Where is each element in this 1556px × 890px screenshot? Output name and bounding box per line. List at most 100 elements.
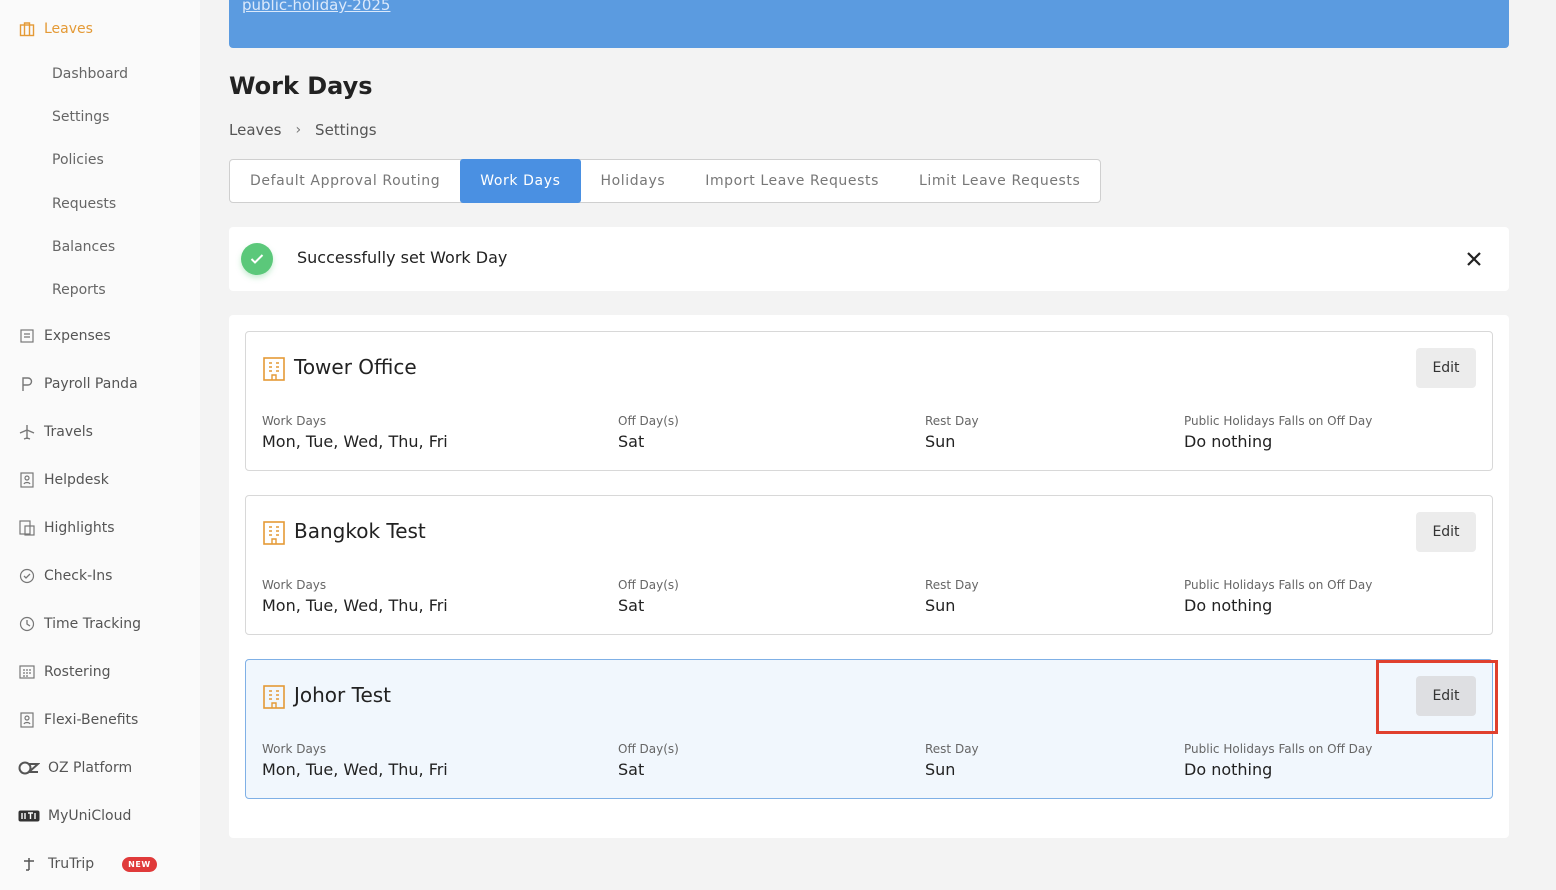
field-value: Sun	[925, 596, 956, 615]
off-days-field: Off Day(s) Sat	[618, 742, 679, 779]
field-value: Mon, Tue, Wed, Thu, Fri	[262, 760, 448, 779]
office-card: Bangkok Test Edit Work Days Mon, Tue, We…	[245, 495, 1493, 635]
highlights-icon	[18, 519, 36, 537]
settings-tabs: Default Approval Routing Work Days Holid…	[229, 159, 1102, 203]
sidebar-item-label: Payroll Panda	[44, 376, 138, 392]
tab-default-approval-routing[interactable]: Default Approval Routing	[230, 160, 460, 202]
field-label: Work Days	[262, 414, 327, 428]
sidebar-item-oz-platform[interactable]: OZ Platform	[18, 757, 132, 779]
sidebar-item-myunicloud[interactable]: MyUniCloud	[18, 805, 131, 827]
sidebar-sub-reports[interactable]: Reports	[52, 282, 106, 298]
tab-import-leave-requests[interactable]: Import Leave Requests	[685, 160, 899, 202]
rest-day-field: Rest Day Sun	[925, 578, 979, 615]
tab-work-days[interactable]: Work Days	[460, 159, 581, 203]
building-icon	[263, 357, 285, 381]
field-label: Rest Day	[925, 578, 979, 592]
field-value: Sun	[925, 432, 956, 451]
ph-off-day-field: Public Holidays Falls on Off Day Do noth…	[1184, 742, 1372, 779]
ph-off-day-field: Public Holidays Falls on Off Day Do noth…	[1184, 578, 1372, 615]
trutrip-logo-icon	[18, 855, 40, 873]
breadcrumb: Leaves › Settings	[229, 121, 377, 139]
field-value: Do nothing	[1184, 432, 1273, 451]
sidebar-item-helpdesk[interactable]: Helpdesk	[18, 469, 109, 491]
sidebar-item-check-ins[interactable]: Check-Ins	[18, 565, 112, 587]
field-label: Rest Day	[925, 742, 979, 756]
office-card: Tower Office Edit Work Days Mon, Tue, We…	[245, 331, 1493, 471]
public-holiday-link[interactable]: public-holiday-2025	[242, 0, 390, 14]
tab-holidays[interactable]: Holidays	[581, 160, 686, 202]
rest-day-field: Rest Day Sun	[925, 742, 979, 779]
toast-message: Successfully set Work Day	[297, 248, 508, 267]
sidebar-item-payroll-panda[interactable]: Payroll Panda	[18, 373, 138, 395]
unicloud-logo-icon	[18, 807, 40, 825]
building-icon	[263, 685, 285, 709]
sidebar-item-label: Rostering	[44, 664, 111, 680]
tab-limit-leave-requests[interactable]: Limit Leave Requests	[899, 160, 1100, 202]
sidebar-item-label: Helpdesk	[44, 472, 109, 488]
info-banner: public-holiday-2025	[229, 0, 1509, 48]
payroll-p-icon	[18, 375, 36, 393]
success-toast: Successfully set Work Day	[229, 227, 1509, 291]
briefcase-icon	[18, 20, 36, 38]
sidebar-item-label: Expenses	[44, 328, 111, 344]
oz-logo-icon	[18, 759, 40, 777]
sidebar-item-label: Leaves	[44, 21, 93, 37]
work-days-field: Work Days Mon, Tue, Wed, Thu, Fri	[262, 414, 448, 451]
office-name: Johor Test	[294, 683, 392, 707]
field-value: Do nothing	[1184, 760, 1273, 779]
work-days-panel: Tower Office Edit Work Days Mon, Tue, We…	[229, 315, 1509, 838]
check-circle-icon	[18, 567, 36, 585]
rest-day-field: Rest Day Sun	[925, 414, 979, 451]
sidebar-item-label: Flexi-Benefits	[44, 712, 139, 728]
field-label: Rest Day	[925, 414, 979, 428]
new-badge: NEW	[122, 856, 157, 872]
sidebar-sub-policies[interactable]: Policies	[52, 152, 104, 168]
sidebar-item-label: MyUniCloud	[48, 808, 132, 824]
benefits-icon	[18, 711, 36, 729]
chevron-right-icon: ›	[295, 122, 302, 138]
field-label: Off Day(s)	[618, 742, 679, 756]
office-name: Bangkok Test	[294, 519, 426, 543]
off-days-field: Off Day(s) Sat	[618, 578, 679, 615]
sidebar-item-flexi-benefits[interactable]: Flexi-Benefits	[18, 709, 138, 731]
office-name: Tower Office	[294, 355, 417, 379]
helpdesk-icon	[18, 471, 36, 489]
field-label: Work Days	[262, 742, 327, 756]
edit-button[interactable]: Edit	[1416, 512, 1476, 552]
close-icon[interactable]	[1461, 246, 1487, 272]
sidebar-sub-dashboard[interactable]: Dashboard	[52, 66, 128, 82]
receipt-icon	[18, 327, 36, 345]
sidebar-item-expenses[interactable]: Expenses	[18, 325, 111, 347]
calendar-grid-icon	[18, 663, 36, 681]
sidebar-item-trutrip[interactable]: TruTrip NEW	[18, 853, 157, 875]
sidebar-sub-requests[interactable]: Requests	[52, 196, 116, 212]
building-icon	[263, 521, 285, 545]
field-label: Public Holidays Falls on Off Day	[1184, 742, 1373, 756]
field-value: Mon, Tue, Wed, Thu, Fri	[262, 432, 448, 451]
edit-button[interactable]: Edit	[1416, 676, 1476, 716]
page-title: Work Days	[229, 72, 373, 100]
ph-off-day-field: Public Holidays Falls on Off Day Do noth…	[1184, 414, 1372, 451]
field-value: Sat	[618, 432, 645, 451]
off-days-field: Off Day(s) Sat	[618, 414, 679, 451]
sidebar-item-label: Check-Ins	[44, 568, 113, 584]
clock-icon	[18, 615, 36, 633]
work-days-field: Work Days Mon, Tue, Wed, Thu, Fri	[262, 578, 448, 615]
check-icon	[241, 243, 273, 275]
breadcrumb-leaves[interactable]: Leaves	[229, 121, 281, 139]
sidebar-item-highlights[interactable]: Highlights	[18, 517, 115, 539]
sidebar-item-label: OZ Platform	[48, 760, 133, 776]
field-value: Sun	[925, 760, 956, 779]
sidebar-item-label: Travels	[44, 424, 93, 440]
sidebar-item-travels[interactable]: Travels	[18, 421, 93, 443]
sidebar-item-rostering[interactable]: Rostering	[18, 661, 110, 683]
sidebar-item-leaves[interactable]: Leaves	[18, 18, 93, 40]
field-value: Mon, Tue, Wed, Thu, Fri	[262, 596, 448, 615]
sidebar-item-time-tracking[interactable]: Time Tracking	[18, 613, 141, 635]
edit-button[interactable]: Edit	[1416, 348, 1476, 388]
sidebar-sub-balances[interactable]: Balances	[52, 239, 115, 255]
field-value: Sat	[618, 596, 645, 615]
field-label: Public Holidays Falls on Off Day	[1184, 414, 1373, 428]
field-value: Do nothing	[1184, 596, 1273, 615]
sidebar-sub-settings[interactable]: Settings	[52, 109, 109, 125]
